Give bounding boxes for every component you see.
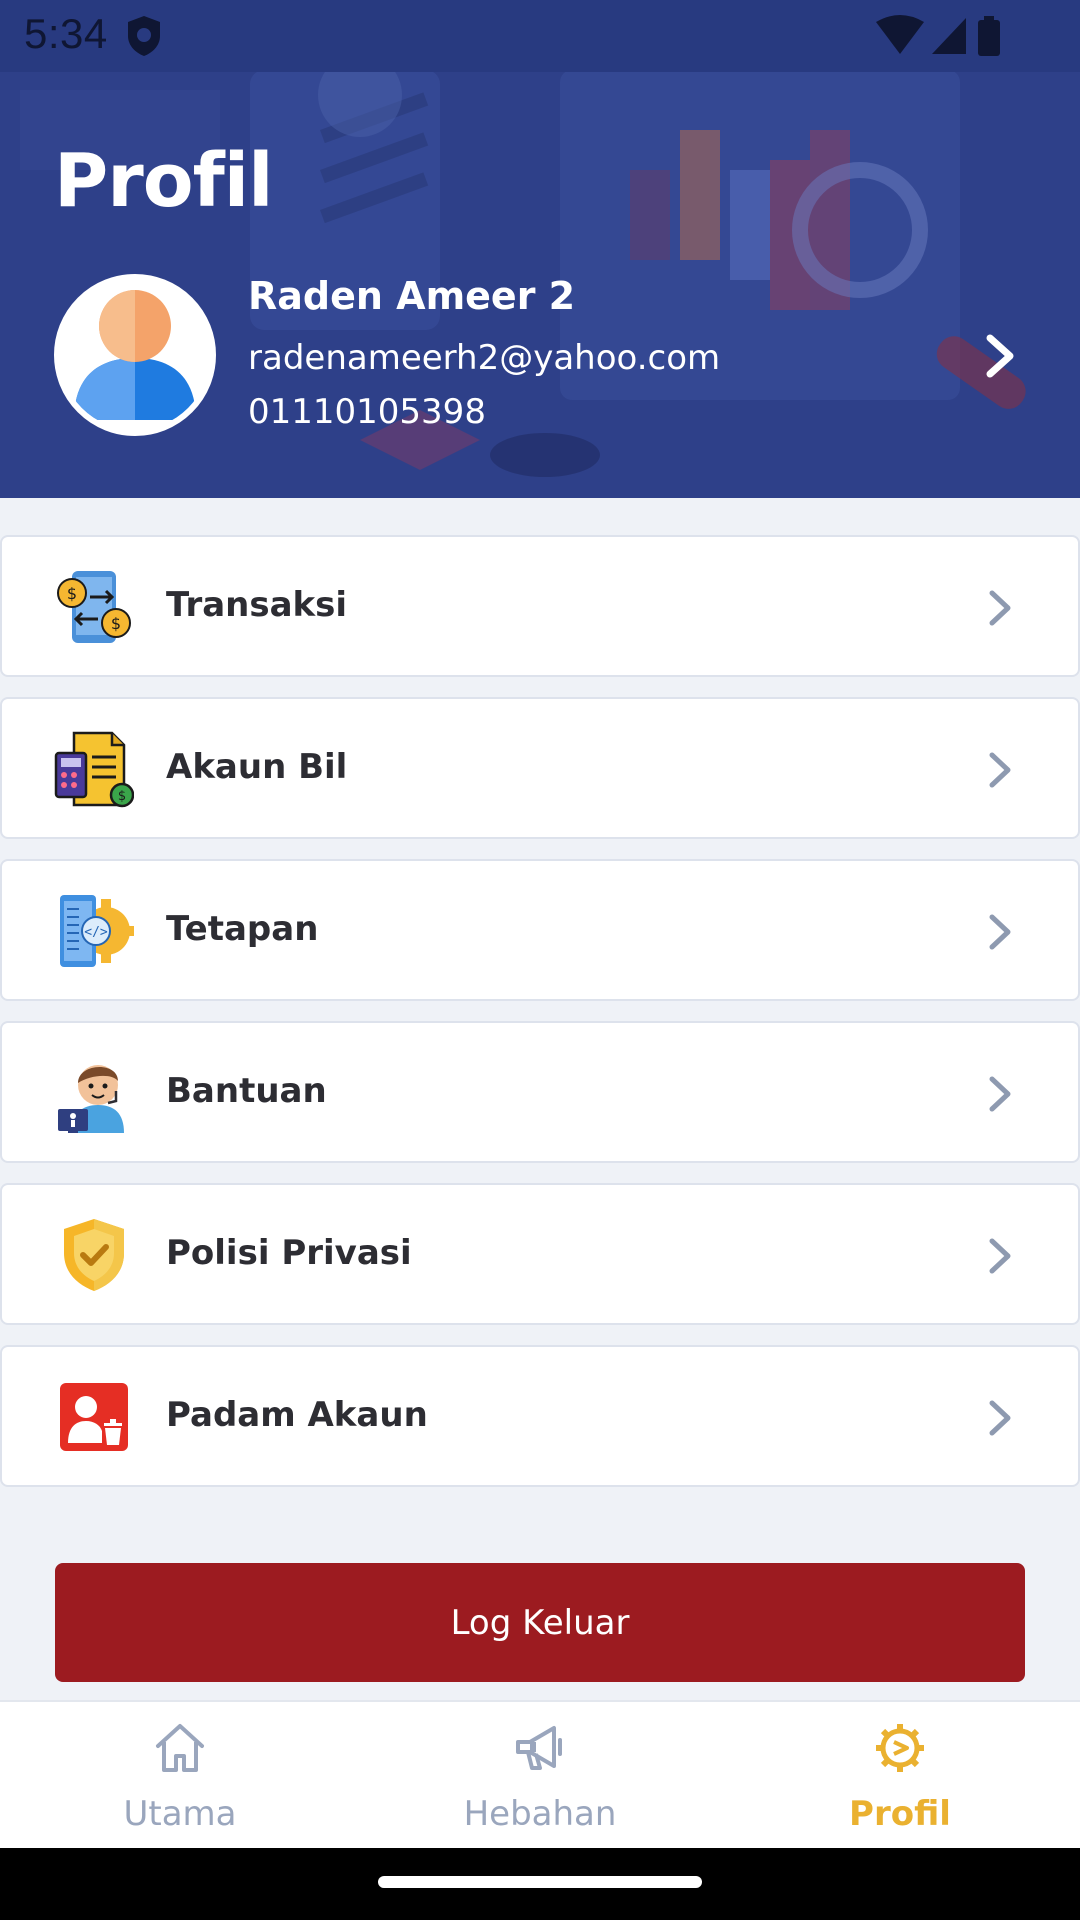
menu-item-tetapan[interactable]: </> Tetapan	[0, 859, 1080, 1001]
chevron-right-icon	[989, 1400, 1011, 1436]
nav-label: Utama	[123, 1794, 237, 1834]
system-navigation-bar	[0, 1848, 1080, 1920]
shield-status-icon	[128, 16, 160, 56]
user-phone: 01110105398	[248, 392, 486, 432]
delete-account-icon	[60, 1383, 128, 1451]
page-title: Profil	[54, 138, 273, 224]
menu-item-polisi-privasi[interactable]: Polisi Privasi	[0, 1183, 1080, 1325]
system-status-icons	[876, 15, 1000, 56]
svg-text:$: $	[67, 584, 77, 603]
nav-item-utama[interactable]: Utama	[0, 1702, 360, 1850]
privacy-shield-icon	[64, 1219, 124, 1291]
chevron-right-icon	[989, 914, 1011, 950]
bill-account-icon: $	[54, 731, 134, 808]
signal-icon	[932, 18, 966, 54]
transaction-icon: $ $	[57, 571, 131, 643]
chevron-right-icon	[989, 1076, 1011, 1112]
user-avatar-icon	[60, 280, 210, 430]
wifi-icon	[876, 15, 924, 54]
svg-text:$: $	[118, 789, 126, 804]
menu-item-label: Tetapan	[166, 909, 319, 949]
battery-icon	[978, 20, 1000, 56]
menu-item-label: Padam Akaun	[166, 1395, 428, 1435]
menu-item-akaun-bil[interactable]: $ Akaun Bil	[0, 697, 1080, 839]
support-icon	[58, 1065, 124, 1133]
svg-text:</>: </>	[84, 925, 108, 940]
menu-item-label: Polisi Privasi	[166, 1233, 412, 1273]
profile-header: 5:34 Profil Raden Ameer 2 radenameerh2@y…	[0, 0, 1080, 498]
chevron-right-icon	[989, 1238, 1011, 1274]
status-time: 5:34	[24, 10, 108, 57]
nav-item-profil[interactable]: Profil	[720, 1702, 1080, 1850]
logout-button[interactable]: Log Keluar	[55, 1563, 1025, 1682]
svg-text:$: $	[111, 614, 121, 633]
menu-item-padam-akaun[interactable]: Padam Akaun	[0, 1345, 1080, 1487]
bottom-navigation: Utama Hebahan Profil	[0, 1700, 1080, 1848]
user-name: Raden Ameer 2	[248, 274, 576, 318]
chevron-right-icon	[989, 752, 1011, 788]
home-icon	[156, 1724, 204, 1772]
nav-item-hebahan[interactable]: Hebahan	[360, 1702, 720, 1850]
status-bar: 5:34	[0, 0, 1080, 72]
menu-item-bantuan[interactable]: Bantuan	[0, 1021, 1080, 1163]
menu-item-label: Transaksi	[166, 585, 348, 625]
menu-item-label: Bantuan	[166, 1071, 327, 1111]
avatar[interactable]	[54, 274, 216, 436]
chevron-right-icon	[989, 590, 1011, 626]
home-indicator[interactable]	[378, 1876, 702, 1888]
user-email: radenameerh2@yahoo.com	[248, 338, 721, 378]
profile-chevron-right-icon[interactable]	[982, 334, 1018, 378]
settings-icon: </>	[60, 895, 134, 967]
nav-label: Hebahan	[463, 1794, 617, 1834]
menu-item-label: Akaun Bil	[166, 747, 348, 787]
profile-gear-icon	[876, 1724, 924, 1772]
nav-label: Profil	[849, 1794, 951, 1834]
megaphone-icon	[516, 1726, 562, 1770]
menu-item-transaksi[interactable]: $ $ Transaksi	[0, 535, 1080, 677]
